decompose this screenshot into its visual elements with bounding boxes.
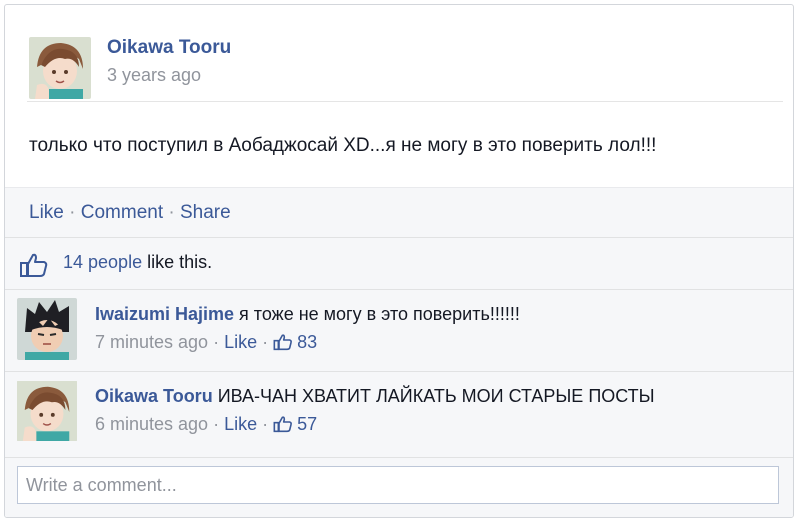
post-text: только что поступил в Аобаджосай XD...я … [29, 135, 657, 156]
separator: · [257, 414, 274, 434]
comment-like-link[interactable]: Like [224, 414, 257, 434]
comment-meta: 6 minutes ago · Like · 57 [95, 414, 317, 438]
write-comment-input[interactable] [17, 466, 779, 504]
like-link[interactable]: Like [29, 202, 64, 223]
separator: · [63, 202, 81, 223]
comment-like-count[interactable]: 83 [273, 332, 317, 352]
share-link[interactable]: Share [180, 202, 231, 223]
post-header: Oikawa Tooru 3 years ago [27, 31, 783, 102]
comment-text: я тоже не могу в это поверить!!!!!! [234, 304, 520, 324]
avatar[interactable] [29, 37, 91, 99]
thumbs-up-icon [273, 333, 293, 356]
likes-summary: 14 people like this. [5, 237, 793, 290]
avatar[interactable] [17, 298, 77, 360]
avatar[interactable] [17, 380, 77, 442]
thumbs-up-icon [19, 252, 49, 283]
avatar-oikawa-image [29, 37, 91, 99]
likes-text: 14 people like this. [63, 252, 212, 273]
post-card: Oikawa Tooru 3 years ago только что пост… [4, 4, 794, 518]
thumbs-up-icon [273, 415, 293, 438]
comment-item: Iwaizumi Hajime я тоже не могу в это пов… [5, 289, 793, 372]
likes-suffix: like this. [142, 252, 213, 272]
comment-like-link[interactable]: Like [224, 332, 257, 352]
comment-link[interactable]: Comment [81, 202, 163, 223]
comment-time[interactable]: 7 minutes ago [95, 332, 208, 352]
comment-like-count[interactable]: 57 [273, 414, 317, 434]
post-timestamp[interactable]: 3 years ago [107, 65, 201, 86]
like-count: 83 [297, 332, 318, 352]
post-actions-bar: Like · Comment · Share [5, 187, 793, 238]
separator: · [163, 202, 180, 223]
comment-text: ИВА-ЧАН ХВАТИТ ЛАЙКАТЬ МОИ СТАРЫЕ ПОСТЫ [212, 386, 655, 406]
like-count: 57 [297, 414, 318, 434]
comment-author[interactable]: Oikawa Tooru [95, 386, 213, 406]
comment-line: Iwaizumi Hajime я тоже не могу в это пов… [95, 304, 520, 325]
comment-composer [5, 457, 793, 517]
comment-item: Oikawa Tooru ИВА-ЧАН ХВАТИТ ЛАЙКАТЬ МОИ … [5, 371, 793, 458]
separator: · [208, 332, 225, 352]
comment-meta: 7 minutes ago · Like · 83 [95, 332, 317, 356]
post-author[interactable]: Oikawa Tooru [107, 37, 231, 59]
comment-line: Oikawa Tooru ИВА-ЧАН ХВАТИТ ЛАЙКАТЬ МОИ … [95, 386, 655, 407]
comment-author[interactable]: Iwaizumi Hajime [95, 304, 234, 324]
avatar-iwaizumi-image [17, 298, 77, 360]
likes-count-link[interactable]: 14 people [63, 252, 142, 272]
avatar-oikawa-image [17, 381, 77, 441]
comment-time[interactable]: 6 minutes ago [95, 414, 208, 434]
separator: · [208, 414, 225, 434]
separator: · [257, 332, 274, 352]
